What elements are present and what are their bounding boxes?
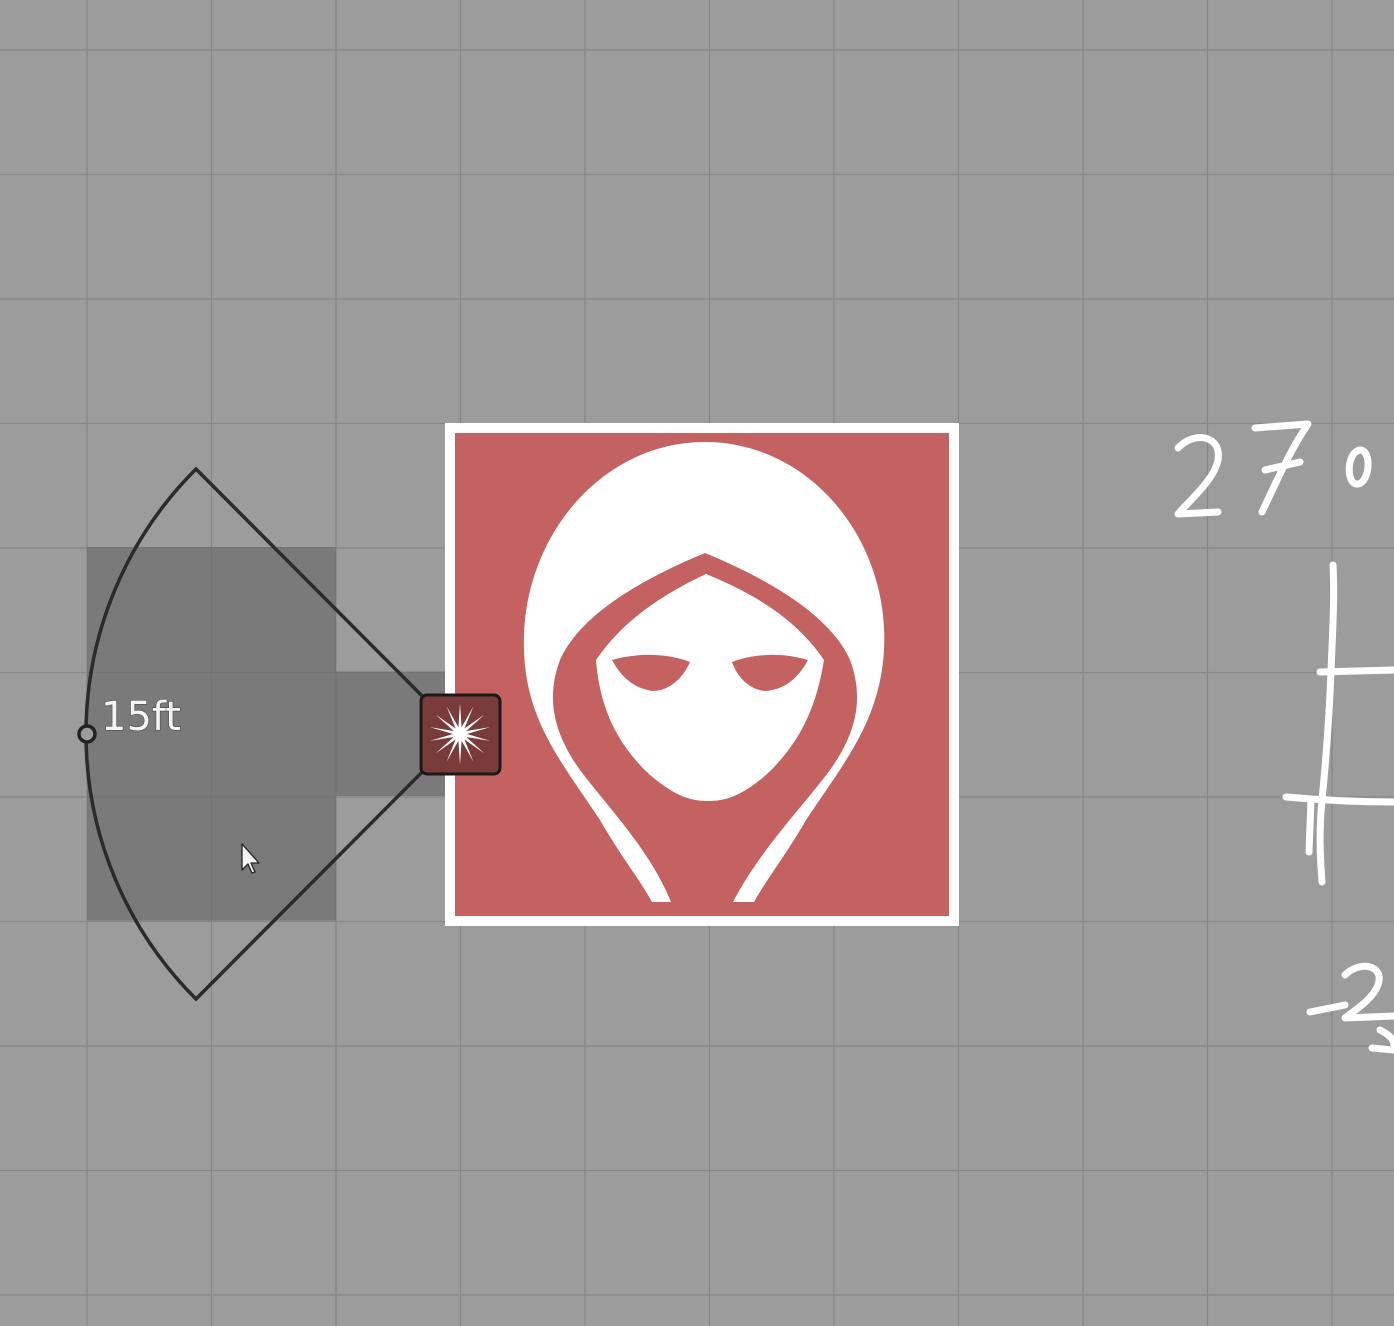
hooded-figure-token[interactable] xyxy=(445,423,959,926)
highlighted-cell xyxy=(211,796,336,921)
distance-label: 15ft xyxy=(101,694,181,740)
battle-map[interactable]: 15ft xyxy=(0,0,1394,1326)
template-handle[interactable] xyxy=(77,724,97,744)
annotation-25 xyxy=(1306,962,1394,1054)
annotation-270 xyxy=(1174,420,1372,518)
highlighted-cell xyxy=(211,671,336,796)
annotation-sketch xyxy=(1282,561,1394,886)
handwritten-annotations xyxy=(1174,420,1394,1054)
highlighted-cell xyxy=(211,547,336,672)
effect-marker[interactable] xyxy=(419,693,502,776)
